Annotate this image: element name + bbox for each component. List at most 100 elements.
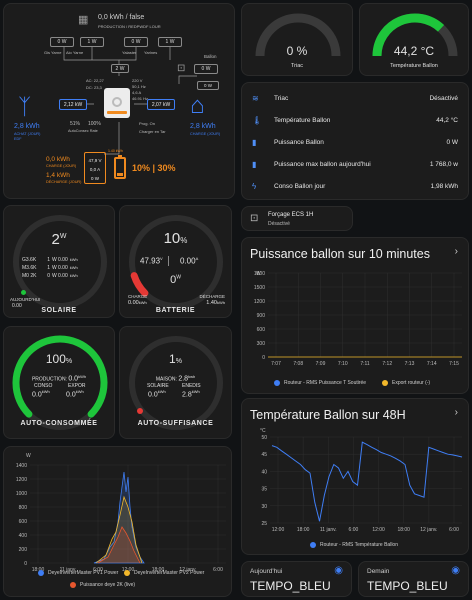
batterie-card[interactable]: 10% 47.93V 0.00A 0W CHARGE 0.00kWh DÉCHA… (119, 205, 232, 318)
autosuff-title: AUTO-SUFFISANCE (137, 420, 214, 427)
water-heater-icon: ▮ (252, 137, 257, 147)
home-label: CHARGE (JOUR) (190, 132, 221, 136)
y-tick-label: 45 (261, 452, 267, 458)
y-tick-label: 35 (261, 487, 267, 493)
ballon-box: 0 W (194, 64, 218, 74)
ballon-10min-card[interactable]: Puissance ballon sur 10 minutes › 1800 15… (241, 237, 469, 394)
autocons-label: AutoConsec Rate (68, 129, 98, 133)
y-tick-label: 600 (19, 519, 28, 525)
prog-on: Prog. On (139, 121, 156, 126)
energy-flow-card: ▦ 0,0 kWh / false PRODUCTION / REDPWDF L… (3, 3, 235, 199)
battery-small-kwh: 1.40 kWh (108, 149, 123, 153)
tempo-today-card[interactable]: Aujourd'hui ◉ TEMPO_BLEU (241, 561, 352, 597)
y-tick-label: 200 (19, 547, 28, 553)
autocons-card[interactable]: 100% PRODUCTION: 0.0kWh CONSO 0.0kWh EXP… (3, 326, 115, 439)
x-tick-label: 18:00 (397, 527, 410, 533)
y-tick-label: 0 (262, 355, 265, 361)
solaire-aujourdhui-label: AUJOURD'HUI (10, 297, 41, 302)
grid-power: 2,12 kW (59, 99, 87, 110)
b10-legend-2[interactable]: Export routeur (-) (382, 380, 430, 386)
pv-legend-3[interactable]: Puissance deye 2K (live) (70, 582, 135, 588)
t48-legend-1[interactable]: Routeur - RMS Température Ballon (310, 542, 398, 548)
triac-gauge-card[interactable]: 0 % Triac (241, 3, 353, 76)
x-tick-label: 7:13 (405, 361, 415, 367)
mid-stat-5: 4,6 A (132, 90, 142, 95)
entity-row-power[interactable]: ▮ Puissance Ballon 0 W (252, 131, 458, 153)
y-tick-label: 800 (19, 505, 28, 511)
battery-icon (114, 155, 126, 179)
solaire-aujourdhui-dot (21, 290, 26, 295)
b10-legend-1[interactable]: Routeur - RMS Puissance T Soutirée (274, 380, 366, 386)
temp-48h-chart: 50 45 40 35 30 25 12:00 18:00 11 janv. 6:00 12:00… (261, 435, 463, 533)
solaire-title: SOLAIRE (41, 307, 77, 314)
pv-box-2: 1 W (80, 37, 104, 47)
autosuff-card[interactable]: 1% MAISON: 2.8kwh SOLAIRE 0.0kWh ENEDIS … (119, 326, 232, 439)
batterie-charge-label: CHARGE (128, 294, 148, 299)
pv-legend-2[interactable]: DeyeInverterMaster PV2 Power (124, 570, 204, 576)
y-tick-label: 40 (261, 469, 267, 475)
entity-row-triac[interactable]: ≋ Triac Désactivé (252, 87, 458, 109)
x-tick-label: 7:08 (293, 361, 303, 367)
production-kwh: 0,0 kWh / false (98, 14, 145, 21)
batterie-amp: 0.00A (180, 256, 199, 266)
x-tick-label: 7:15 (449, 361, 459, 367)
inverter-top-w: 2 W (111, 64, 129, 73)
autocons-production: PRODUCTION: 0.0kWh (31, 374, 87, 383)
mid-stat-2: DC: 23,3 (86, 85, 102, 90)
battery-pct: 10% | 30% (132, 163, 176, 173)
autocons-pct-1: 51% (70, 121, 81, 127)
y-tick-label: 25 (261, 521, 267, 527)
y-tick-label: 1200 (16, 477, 27, 483)
grid-label: ACHAT (JOUR) (14, 132, 41, 136)
autosuff-maison: MAISON: 2.8kwh (155, 374, 196, 383)
solaire-card[interactable]: 2W G3.6K 1 W0.00 kWh M3.6K 1 W0.00 kWh M0 2K 0 W… (3, 205, 115, 318)
y-tick-label: 1500 (254, 285, 265, 291)
eye-icon[interactable]: ◉ (451, 565, 460, 576)
production-sub: PRODUCTION / REDPWDF LOUR (98, 24, 161, 29)
grid-kwh: 2,8 kWh (14, 123, 40, 130)
batterie-volt: 47.93V (140, 256, 169, 266)
y-tick-label: 400 (19, 533, 28, 539)
temp-48h-unit: °C (260, 428, 266, 434)
battery-volt: 47,9 V (88, 158, 102, 163)
decharge-label: DÉCHARGE (JOUR) (46, 180, 82, 184)
ballon-10min-chart: 1800150012009006003000 7:07 7:08 7:09 7:10 7… (254, 271, 462, 367)
pv-legend-1[interactable]: DeyeInverterMaster PV1 Power (38, 570, 118, 576)
pv-name-3: Yalaster (122, 50, 137, 55)
batterie-pct: 10% (163, 230, 188, 247)
mid-stat-3: 220 V (132, 78, 143, 83)
grid-tower-icon: ᛉ (18, 94, 32, 119)
solaire-row-3: M0 2K 0 W0.00 kWh (22, 273, 78, 279)
temp-48h-card[interactable]: Température Ballon sur 48H › 50 45 40 35 30 2… (241, 398, 469, 555)
forcage-state: Désactivé (268, 221, 290, 227)
ballon-box-2: 0 W (197, 81, 219, 90)
ballon-10min-unit: W (256, 271, 261, 277)
autosuff-pct: 1% (169, 352, 182, 366)
pv-power-chart-card[interactable]: 1400120010008006004002000 18:0011 janv.6… (3, 446, 232, 597)
x-tick-label: 6:00 (213, 567, 223, 573)
autocons-pct: 100% (45, 352, 73, 366)
y-tick-label: 50 (261, 435, 267, 441)
tempo-tomorrow-card[interactable]: Demain ◉ TEMPO_BLEU (358, 561, 469, 597)
decharge-kwh: 1,4 kWh (46, 172, 70, 179)
autocons-conso-value: 0.0kWh (32, 389, 50, 399)
water-heater-icon: ▮ (252, 159, 257, 169)
temp-label: Température Ballon (390, 63, 438, 69)
pv-box-3: 0 W (124, 37, 148, 47)
x-tick-label: 7:14 (427, 361, 437, 367)
water-heater-icon: ⊡ (250, 213, 259, 224)
forcage-title: Forçage ECS 1H (268, 212, 314, 218)
battery-watt: 0 W (90, 176, 99, 181)
temp-gauge-card[interactable]: 44,2 °C Température Ballon (359, 3, 469, 76)
solaire-row-1: G3.6K 1 W0.00 kWh (22, 257, 78, 263)
entity-row-temperature[interactable]: 🌡 Température Ballon 44,2 °C (252, 109, 458, 131)
charge-kwh: 0,0 kWh (46, 156, 70, 163)
charger-tar: Charger en Tar (139, 129, 166, 134)
eye-icon[interactable]: ◉ (334, 565, 343, 576)
forcage-button[interactable]: ⊡ Forçage ECS 1H Désactivé (241, 206, 353, 231)
y-tick-label: 600 (257, 327, 266, 333)
entity-row-conso[interactable]: ϟ Conso Ballon jour 1,98 kWh (252, 175, 458, 197)
entity-row-max-power[interactable]: ▮ Puissance max ballon aujourd'hui 1 768… (252, 153, 458, 175)
pv-chart-unit: W (26, 453, 31, 459)
x-tick-label: 7:12 (382, 361, 392, 367)
